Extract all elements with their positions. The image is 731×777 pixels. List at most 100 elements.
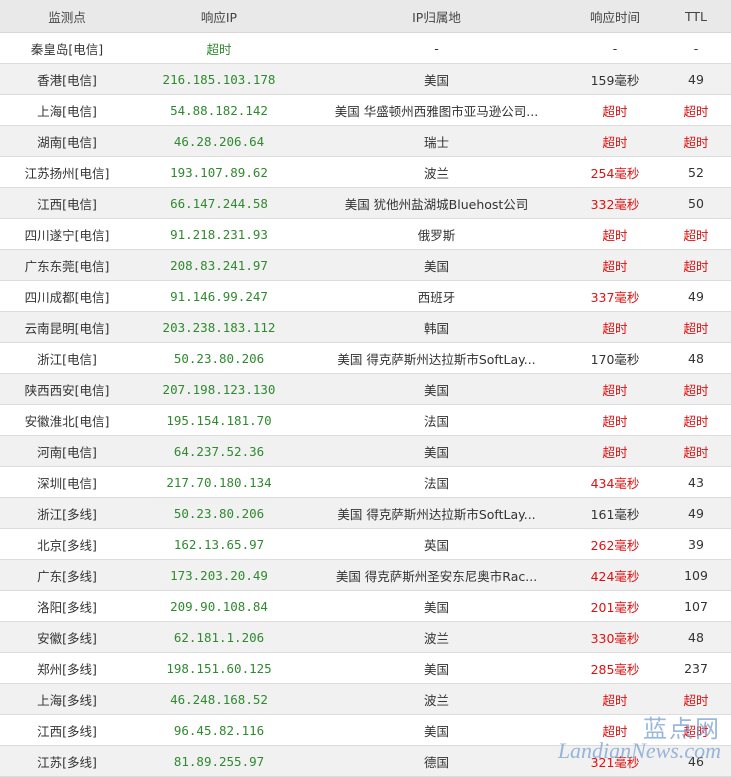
cell-ip-location: 波兰 [304, 683, 569, 715]
cell-monitor-point: 四川成都[电信] [0, 280, 134, 312]
cell-ip-location: 俄罗斯 [304, 218, 569, 250]
cell-ttl: 39 [661, 528, 731, 560]
cell-response-time: - [569, 32, 661, 64]
cell-ttl: 超时 [661, 404, 731, 436]
cell-monitor-point: 陕西西安[电信] [0, 373, 134, 405]
cell-response-time: 159毫秒 [569, 63, 661, 95]
cell-response-ip: 91.146.99.247 [134, 280, 304, 312]
table-row: 上海[多线] 46.248.168.52 波兰 超时 超时 [0, 683, 731, 715]
table-row: 安徽淮北[电信] 195.154.181.70 法国 超时 超时 [0, 404, 731, 436]
cell-monitor-point: 安徽淮北[电信] [0, 404, 134, 436]
cell-response-ip: 207.198.123.130 [134, 373, 304, 405]
cell-ttl: 52 [661, 156, 731, 188]
cell-ip-location: 美国 [304, 652, 569, 684]
cell-ttl: 48 [661, 621, 731, 653]
cell-response-time: 285毫秒 [569, 652, 661, 684]
cell-monitor-point: 四川遂宁[电信] [0, 218, 134, 250]
cell-response-ip: 96.45.82.116 [134, 714, 304, 746]
cell-monitor-point: 广东[多线] [0, 559, 134, 591]
table-row: 上海[电信] 54.88.182.142 美国 华盛顿州西雅图市亚马逊公司... 超时… [0, 94, 731, 126]
table-row: 四川成都[电信] 91.146.99.247 西班牙 337毫秒 49 [0, 280, 731, 312]
cell-monitor-point: 北京[多线] [0, 528, 134, 560]
cell-response-ip: 203.238.183.112 [134, 311, 304, 343]
cell-response-time: 超时 [569, 683, 661, 715]
cell-ip-location: 美国 [304, 435, 569, 467]
cell-response-time: 超时 [569, 714, 661, 746]
table-row: 云南昆明[电信] 203.238.183.112 韩国 超时 超时 [0, 311, 731, 343]
table-row: 河南[电信] 64.237.52.36 美国 超时 超时 [0, 435, 731, 467]
cell-ip-location: 法国 [304, 466, 569, 498]
cell-monitor-point: 深圳[电信] [0, 466, 134, 498]
cell-response-time: 332毫秒 [569, 187, 661, 219]
cell-ip-location: 英国 [304, 528, 569, 560]
header-ttl: TTL [661, 0, 731, 33]
cell-ip-location: 韩国 [304, 311, 569, 343]
cell-ttl: 超时 [661, 683, 731, 715]
cell-response-time: 超时 [569, 94, 661, 126]
header-ip-location: IP归属地 [304, 0, 569, 33]
table-row: 江西[多线] 96.45.82.116 美国 超时 超时 [0, 714, 731, 746]
cell-response-time: 201毫秒 [569, 590, 661, 622]
cell-response-ip: 50.23.80.206 [134, 342, 304, 374]
cell-response-time: 超时 [569, 125, 661, 157]
header-row: 监测点 响应IP IP归属地 响应时间 TTL [0, 0, 731, 33]
table-row: 江西[电信] 66.147.244.58 美国 犹他州盐湖城Bluehost公司 33… [0, 187, 731, 219]
cell-ip-location: 美国 [304, 590, 569, 622]
cell-ttl: 107 [661, 590, 731, 622]
table-row: 安徽[多线] 62.181.1.206 波兰 330毫秒 48 [0, 621, 731, 653]
cell-response-ip: 217.70.180.134 [134, 466, 304, 498]
cell-response-time: 161毫秒 [569, 497, 661, 529]
cell-monitor-point: 江苏扬州[电信] [0, 156, 134, 188]
cell-ip-location: 美国 [304, 249, 569, 281]
cell-ttl: 50 [661, 187, 731, 219]
cell-monitor-point: 上海[电信] [0, 94, 134, 126]
table-row: 广东东莞[电信] 208.83.241.97 美国 超时 超时 [0, 249, 731, 281]
cell-ip-location: 波兰 [304, 621, 569, 653]
table-row: 湖南[电信] 46.28.206.64 瑞士 超时 超时 [0, 125, 731, 157]
cell-ttl: 237 [661, 652, 731, 684]
cell-ip-location: 美国 得克萨斯州达拉斯市SoftLay... [304, 342, 569, 374]
cell-ip-location: - [304, 32, 569, 64]
cell-ttl: 49 [661, 280, 731, 312]
cell-ip-location: 西班牙 [304, 280, 569, 312]
cell-monitor-point: 河南[电信] [0, 435, 134, 467]
table-row: 郑州[多线] 198.151.60.125 美国 285毫秒 237 [0, 652, 731, 684]
cell-monitor-point: 江西[电信] [0, 187, 134, 219]
cell-response-time: 超时 [569, 311, 661, 343]
cell-response-ip: 195.154.181.70 [134, 404, 304, 436]
cell-ip-location: 美国 得克萨斯州达拉斯市SoftLay... [304, 497, 569, 529]
table-row: 广东[多线] 173.203.20.49 美国 得克萨斯州圣安东尼奥市Rac... 4… [0, 559, 731, 591]
cell-response-ip: 46.248.168.52 [134, 683, 304, 715]
cell-response-time: 330毫秒 [569, 621, 661, 653]
cell-ip-location: 美国 得克萨斯州圣安东尼奥市Rac... [304, 559, 569, 591]
cell-response-ip: 208.83.241.97 [134, 249, 304, 281]
cell-response-time: 超时 [569, 435, 661, 467]
cell-ip-location: 美国 [304, 714, 569, 746]
cell-response-time: 254毫秒 [569, 156, 661, 188]
header-monitor-point: 监测点 [0, 0, 134, 33]
cell-response-ip: 193.107.89.62 [134, 156, 304, 188]
ping-results-table: 监测点 响应IP IP归属地 响应时间 TTL 秦皇岛[电信] 超时 - - - 香港[电… [0, 0, 731, 777]
cell-ttl: 超时 [661, 249, 731, 281]
cell-ttl: 109 [661, 559, 731, 591]
cell-response-ip: 216.185.103.178 [134, 63, 304, 95]
table-header: 监测点 响应IP IP归属地 响应时间 TTL [0, 0, 731, 33]
cell-ttl: 超时 [661, 311, 731, 343]
table-row: 秦皇岛[电信] 超时 - - - [0, 32, 731, 64]
table-row: 香港[电信] 216.185.103.178 美国 159毫秒 49 [0, 63, 731, 95]
table-row: 浙江[多线] 50.23.80.206 美国 得克萨斯州达拉斯市SoftLay...… [0, 497, 731, 529]
cell-response-ip: 46.28.206.64 [134, 125, 304, 157]
cell-monitor-point: 秦皇岛[电信] [0, 32, 134, 64]
cell-monitor-point: 安徽[多线] [0, 621, 134, 653]
cell-ip-location: 美国 华盛顿州西雅图市亚马逊公司... [304, 94, 569, 126]
cell-response-ip: 173.203.20.49 [134, 559, 304, 591]
table-row: 浙江[电信] 50.23.80.206 美国 得克萨斯州达拉斯市SoftLay...… [0, 342, 731, 374]
cell-ip-location: 美国 [304, 373, 569, 405]
table-row: 北京[多线] 162.13.65.97 英国 262毫秒 39 [0, 528, 731, 560]
cell-response-ip: 50.23.80.206 [134, 497, 304, 529]
cell-response-ip: 66.147.244.58 [134, 187, 304, 219]
cell-response-time: 262毫秒 [569, 528, 661, 560]
table-body: 秦皇岛[电信] 超时 - - - 香港[电信] 216.185.103.178 美国 159毫秒… [0, 32, 731, 777]
cell-ttl: - [661, 32, 731, 64]
cell-ttl: 49 [661, 497, 731, 529]
